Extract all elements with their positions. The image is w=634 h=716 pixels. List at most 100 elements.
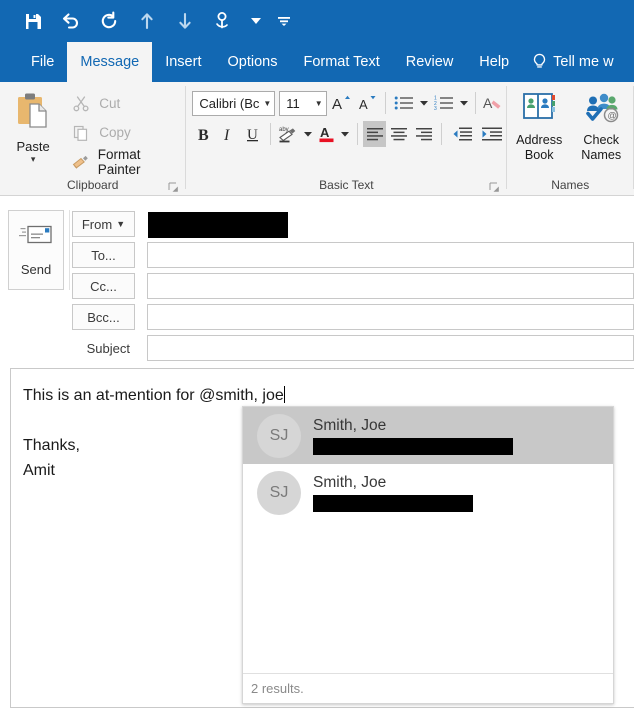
subject-row: Subject <box>72 335 135 361</box>
from-label: From <box>81 216 113 232</box>
redo-icon[interactable] <box>98 10 120 32</box>
save-icon[interactable] <box>22 10 44 32</box>
cc-button[interactable]: Cc... <box>72 273 135 299</box>
paste-button[interactable]: Paste ▾ <box>6 86 60 164</box>
clear-formatting-button[interactable]: A <box>482 90 506 116</box>
bcc-row: Bcc... <box>72 304 135 330</box>
ribbon-group-basic-text: Calibri (Bc ▼ 11 ▼ A A 1 2 3 A B I U aby… <box>186 82 506 196</box>
format-painter-label: Format Painter <box>97 146 141 177</box>
tab-review[interactable]: Review <box>393 42 467 82</box>
tab-file[interactable]: File <box>18 42 67 82</box>
shrink-font-button[interactable]: A <box>355 90 379 116</box>
italic-button[interactable]: I <box>217 121 240 147</box>
svg-text:@: @ <box>608 111 617 121</box>
font-color-dropdown-icon[interactable] <box>340 121 351 147</box>
decrease-indent-button[interactable] <box>448 121 476 147</box>
tab-options[interactable]: Options <box>214 42 290 82</box>
address-book-button[interactable]: Address Book <box>509 86 569 163</box>
basic-text-group-label: Basic Text <box>319 178 374 192</box>
body-line-1: This is an at-mention for @smith, joe <box>23 386 285 404</box>
avatar: SJ <box>257 413 301 458</box>
bcc-field[interactable] <box>147 304 634 330</box>
customize-qat-icon[interactable] <box>278 10 290 32</box>
lightbulb-icon <box>532 53 547 71</box>
from-button[interactable]: From ▼ <box>72 211 135 237</box>
clipboard-dialog-launcher-icon[interactable] <box>168 180 179 192</box>
to-row: To... <box>72 242 135 268</box>
font-row: Calibri (Bc ▼ 11 ▼ A A 1 2 3 A <box>186 90 506 116</box>
compose-header: Send From ▼ To... Cc... Bcc... Subject <box>0 196 634 368</box>
address-book-label: Address Book <box>516 133 563 162</box>
copy-icon <box>71 123 91 143</box>
touch-mode-dropdown-icon[interactable] <box>250 10 262 32</box>
undo-icon[interactable] <box>60 10 82 32</box>
highlight-dropdown-icon[interactable] <box>303 121 314 147</box>
tab-message[interactable]: Message <box>67 42 153 82</box>
contact-email-redaction <box>313 437 513 455</box>
copy-button[interactable]: Copy <box>66 120 185 145</box>
clipboard-icon <box>12 90 54 137</box>
numbering-button[interactable]: 123 <box>432 90 456 116</box>
address-book-icon <box>520 91 558 130</box>
check-names-label: Check Names <box>581 133 622 162</box>
tab-insert[interactable]: Insert <box>152 42 214 82</box>
bold-button[interactable]: B <box>192 121 215 147</box>
align-left-button[interactable] <box>363 121 386 147</box>
check-names-button[interactable]: @ Check Names <box>571 86 631 163</box>
previous-item-icon[interactable] <box>136 10 158 32</box>
clipboard-commands: Cut Copy Format Painter <box>66 86 185 177</box>
chevron-down-icon[interactable]: ▼ <box>315 99 323 108</box>
to-button[interactable]: To... <box>72 242 135 268</box>
from-row: From ▼ <box>72 211 135 237</box>
bullets-button[interactable] <box>392 90 416 116</box>
cc-row: Cc... <box>72 273 135 299</box>
align-right-button[interactable] <box>413 121 436 147</box>
font-size-value: 11 <box>286 95 300 111</box>
paintbrush-icon <box>71 152 90 172</box>
autocomplete-results-list: SJ Smith, Joe SJ Smith, Joe <box>243 407 613 673</box>
text-highlight-button[interactable]: aby <box>277 121 301 147</box>
format-painter-button[interactable]: Format Painter <box>66 146 185 177</box>
cc-label: Cc... <box>90 278 117 294</box>
contact-name: Smith, Joe <box>313 473 387 491</box>
chevron-down-icon[interactable]: ▼ <box>263 99 271 108</box>
align-center-button[interactable] <box>388 121 411 147</box>
underline-button[interactable]: U <box>241 121 264 147</box>
subject-field[interactable] <box>147 335 634 361</box>
list-item[interactable]: SJ Smith, Joe <box>243 407 613 464</box>
basic-text-dialog-launcher-icon[interactable] <box>489 180 500 192</box>
svg-text:A: A <box>483 95 493 111</box>
from-value-redaction <box>148 212 288 238</box>
bcc-button[interactable]: Bcc... <box>72 304 135 330</box>
list-item[interactable]: SJ Smith, Joe <box>243 464 613 521</box>
cc-field[interactable] <box>147 273 634 299</box>
to-field[interactable] <box>147 242 634 268</box>
from-field[interactable] <box>147 211 634 238</box>
names-group-label: Names <box>551 178 590 192</box>
numbering-dropdown-icon[interactable] <box>458 90 470 116</box>
to-label: To... <box>91 247 116 263</box>
tab-format-text[interactable]: Format Text <box>290 42 392 82</box>
touch-mode-icon[interactable] <box>212 10 234 32</box>
paste-label: Paste <box>16 139 50 154</box>
send-button[interactable]: Send <box>8 210 64 290</box>
tab-help[interactable]: Help <box>466 42 522 82</box>
increase-indent-button[interactable] <box>478 121 506 147</box>
cut-button[interactable]: Cut <box>66 91 185 116</box>
font-color-button[interactable]: A <box>315 121 338 147</box>
ribbon-tab-strip: File Message Insert Options Format Text … <box>0 42 634 82</box>
ribbon-group-names: Address Book @ Check Names Names <box>507 82 633 196</box>
title-bar <box>0 0 634 42</box>
bullets-dropdown-icon[interactable] <box>418 90 430 116</box>
paste-dropdown-icon[interactable]: ▾ <box>31 155 36 164</box>
font-name-value: Calibri (Bc <box>199 95 260 111</box>
font-name-combo[interactable]: Calibri (Bc ▼ <box>192 90 276 116</box>
grow-font-button[interactable]: A <box>329 90 353 116</box>
svg-text:B: B <box>198 127 209 143</box>
bcc-label: Bcc... <box>87 309 120 325</box>
tell-me-search[interactable]: Tell me w <box>522 42 623 82</box>
check-names-icon: @ <box>582 91 620 130</box>
font-size-combo[interactable]: 11 ▼ <box>279 90 327 116</box>
next-item-icon[interactable] <box>174 10 196 32</box>
chevron-down-icon[interactable]: ▼ <box>116 219 125 229</box>
